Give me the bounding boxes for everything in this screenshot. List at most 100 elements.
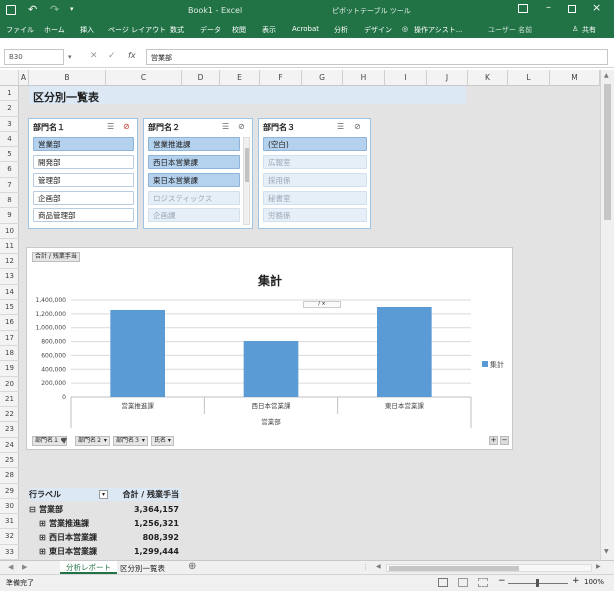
row-header[interactable]: 3 bbox=[0, 117, 19, 132]
row-header[interactable]: 6 bbox=[0, 162, 19, 178]
row-header[interactable]: 22 bbox=[0, 407, 19, 423]
zoom-level[interactable]: 100% bbox=[584, 578, 604, 586]
add-sheet-icon[interactable]: ⊕ bbox=[188, 561, 196, 572]
tab-page-layout[interactable]: ページ レイアウト bbox=[108, 25, 166, 35]
row-header[interactable]: 9 bbox=[0, 208, 19, 224]
row-header[interactable]: 19 bbox=[0, 361, 19, 377]
row-header[interactable]: 10 bbox=[0, 224, 19, 239]
row-header[interactable]: 5 bbox=[0, 147, 19, 163]
scrollbar-thumb[interactable] bbox=[604, 84, 611, 220]
slicer-item[interactable]: 商品管理部 bbox=[33, 208, 134, 222]
column-header[interactable]: E bbox=[220, 70, 260, 86]
tab-review[interactable]: 校閲 bbox=[232, 25, 246, 35]
column-header[interactable]: B bbox=[29, 70, 106, 86]
slicer-item[interactable]: 開発部 bbox=[33, 155, 134, 169]
prev-sheet-icon[interactable]: ◀ bbox=[8, 563, 13, 571]
row-header[interactable]: 7 bbox=[0, 178, 19, 194]
tab-home[interactable]: ホーム bbox=[44, 25, 65, 35]
zoom-slider-thumb[interactable] bbox=[536, 579, 539, 587]
slicer-item[interactable]: 企画課 bbox=[148, 208, 240, 222]
vertical-scrollbar[interactable]: ▲ ▼ bbox=[600, 70, 614, 560]
tab-data[interactable]: データ bbox=[200, 25, 221, 35]
column-header[interactable]: A bbox=[19, 70, 29, 86]
column-header[interactable]: J bbox=[427, 70, 468, 86]
column-header[interactable]: L bbox=[508, 70, 550, 86]
slicer-item[interactable]: 広報室 bbox=[263, 155, 367, 169]
pivot-row[interactable]: ⊞ 東日本営業課 1,299,444 bbox=[29, 545, 181, 558]
share-button[interactable]: 共有 bbox=[582, 25, 596, 35]
pivot-chart[interactable]: 合計 / 残業手当 集計 0 200,000 400,000 600,000 800,00… bbox=[26, 247, 513, 450]
ribbon-display-icon[interactable] bbox=[518, 4, 528, 13]
pivot-row[interactable]: ⊟ 営業部 3,364,157 bbox=[29, 503, 181, 516]
expand-icon[interactable]: ⊞ bbox=[39, 531, 46, 544]
slicer-department-2[interactable]: 部門名２ ☰ ⊘ 営業推進課 西日本営業課 東日本営業課 ロジスティックス 企画… bbox=[143, 118, 253, 229]
slicer-department-3[interactable]: 部門名３ ☰ ⊘ (空白) 広報室 採用係 秘書室 労務係 bbox=[258, 118, 371, 229]
row-header[interactable]: 28 bbox=[0, 468, 19, 484]
hscroll-left-icon[interactable]: ◀ bbox=[376, 563, 381, 570]
user-name[interactable]: ユーザー 名前 bbox=[488, 25, 532, 35]
tab-split-handle[interactable]: ⋮ bbox=[362, 563, 369, 571]
expand-icon[interactable]: ⊞ bbox=[39, 517, 46, 530]
normal-view-icon[interactable] bbox=[438, 578, 448, 587]
slicer-department-1[interactable]: 部門名１ ☰ ⊘ 営業部 開発部 管理部 企画部 商品管理部 bbox=[28, 118, 138, 229]
row-header[interactable]: 30 bbox=[0, 499, 19, 515]
column-header[interactable]: M bbox=[550, 70, 600, 86]
scrollbar-thumb[interactable] bbox=[245, 148, 249, 182]
expand-icon[interactable]: ⊞ bbox=[39, 545, 46, 558]
row-filter-icon[interactable]: ▾ bbox=[99, 490, 108, 499]
name-box[interactable]: B30 bbox=[4, 49, 64, 65]
clear-filter-icon[interactable]: ⊘ bbox=[238, 122, 245, 131]
row-header[interactable]: 2 bbox=[0, 101, 19, 117]
sheet-tab-analysis[interactable]: 分析レポート bbox=[60, 561, 117, 574]
hscroll-thumb[interactable] bbox=[389, 566, 519, 571]
collapse-field-icon[interactable]: − bbox=[500, 436, 509, 445]
save-icon[interactable] bbox=[6, 5, 16, 15]
row-header[interactable]: 23 bbox=[0, 422, 19, 438]
tab-insert[interactable]: 挿入 bbox=[80, 25, 94, 35]
row-header[interactable]: 33 bbox=[0, 545, 19, 560]
collapse-icon[interactable]: ⊟ bbox=[29, 503, 36, 516]
axis-field-button[interactable]: 部門名２ ▾ bbox=[75, 436, 110, 446]
slicer-item[interactable]: 企画部 bbox=[33, 191, 134, 205]
slicer-scrollbar[interactable] bbox=[243, 137, 250, 225]
zoom-out-icon[interactable]: − bbox=[498, 576, 506, 586]
slicer-item[interactable]: 秘書室 bbox=[263, 191, 367, 205]
slicer-item[interactable]: 採用係 bbox=[263, 173, 367, 187]
column-header[interactable]: H bbox=[343, 70, 385, 86]
slicer-item[interactable]: 営業推進課 bbox=[148, 137, 240, 151]
multi-select-icon[interactable]: ☰ bbox=[107, 122, 114, 131]
redo-icon[interactable]: ↷ bbox=[50, 3, 59, 16]
tab-design[interactable]: デザイン bbox=[364, 25, 392, 35]
row-header[interactable]: 31 bbox=[0, 514, 19, 530]
enter-formula-icon[interactable]: ✓ bbox=[108, 51, 116, 61]
horizontal-scrollbar[interactable] bbox=[386, 564, 592, 572]
formula-input[interactable]: 営業部 bbox=[146, 49, 608, 65]
row-header[interactable]: 24 bbox=[0, 438, 19, 453]
zoom-in-icon[interactable]: + bbox=[572, 576, 580, 586]
share-icon[interactable]: ♙ bbox=[572, 25, 578, 33]
tab-file[interactable]: ファイル bbox=[6, 25, 34, 35]
slicer-item[interactable]: 労務係 bbox=[263, 208, 367, 222]
axis-field-button[interactable]: 氏名 ▾ bbox=[151, 436, 174, 446]
row-header[interactable]: 25 bbox=[0, 453, 19, 469]
clear-filter-icon[interactable]: ⊘ bbox=[354, 122, 361, 131]
page-layout-view-icon[interactable] bbox=[458, 578, 468, 587]
row-header[interactable]: 1 bbox=[0, 86, 19, 102]
row-header[interactable]: 13 bbox=[0, 269, 19, 285]
minimize-icon[interactable]: – bbox=[546, 2, 551, 13]
expand-field-icon[interactable]: + bbox=[489, 436, 498, 445]
multi-select-icon[interactable]: ☰ bbox=[337, 122, 344, 131]
maximize-icon[interactable] bbox=[568, 5, 576, 13]
row-header[interactable]: 20 bbox=[0, 377, 19, 392]
row-header[interactable]: 18 bbox=[0, 346, 19, 362]
tab-analyze[interactable]: 分析 bbox=[334, 25, 348, 35]
column-header[interactable]: D bbox=[182, 70, 220, 86]
customize-qat-icon[interactable]: ▾ bbox=[70, 5, 74, 13]
row-header[interactable]: 12 bbox=[0, 254, 19, 270]
pivot-row[interactable]: ⊞ 西日本営業課 808,392 bbox=[29, 531, 181, 544]
select-all-corner[interactable] bbox=[0, 70, 19, 86]
cancel-formula-icon[interactable]: ✕ bbox=[90, 51, 98, 61]
tab-acrobat[interactable]: Acrobat bbox=[292, 25, 319, 33]
name-box-dropdown-icon[interactable]: ▾ bbox=[68, 53, 72, 61]
undo-icon[interactable]: ↶ bbox=[28, 3, 37, 16]
